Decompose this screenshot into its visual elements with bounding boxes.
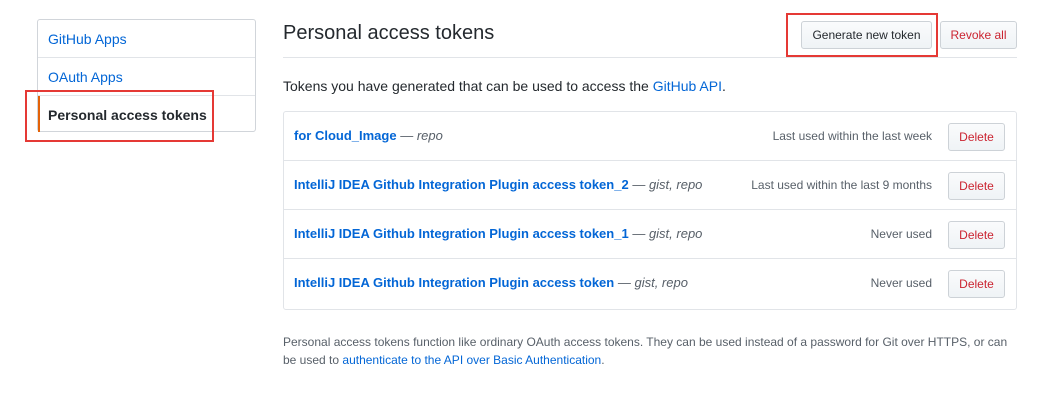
token-last-used: Never used (870, 276, 932, 290)
token-row: for Cloud_Image — repo Last used within … (284, 112, 1016, 161)
page-title: Personal access tokens (283, 22, 495, 44)
token-row: IntelliJ IDEA Github Integration Plugin … (284, 259, 1016, 308)
token-name: IntelliJ IDEA Github Integration Plugin … (294, 275, 688, 290)
sidebar-item-github-apps[interactable]: GitHub Apps (38, 20, 255, 58)
token-name: IntelliJ IDEA Github Integration Plugin … (294, 177, 702, 192)
delete-button-label: Delete (959, 228, 994, 242)
token-row: IntelliJ IDEA Github Integration Plugin … (284, 210, 1016, 259)
token-scopes: gist, repo (648, 177, 703, 192)
token-link[interactable]: IntelliJ IDEA Github Integration Plugin … (294, 177, 629, 192)
revoke-all-button[interactable]: Revoke all (940, 21, 1017, 49)
highlight-box-generate (786, 13, 938, 57)
token-link[interactable]: IntelliJ IDEA Github Integration Plugin … (294, 275, 614, 290)
footer-note: Personal access tokens function like ord… (283, 333, 1013, 369)
token-link[interactable]: IntelliJ IDEA Github Integration Plugin … (294, 226, 629, 241)
token-dash: — (396, 128, 417, 143)
token-dash: — (628, 177, 649, 192)
token-last-used: Never used (870, 227, 932, 241)
delete-button[interactable]: Delete (948, 270, 1005, 298)
delete-button[interactable]: Delete (948, 221, 1005, 249)
highlight-box-sidebar (25, 90, 214, 142)
token-name: for Cloud_Image — repo (294, 128, 443, 143)
delete-button-label: Delete (959, 277, 994, 291)
token-scopes: gist, repo (648, 226, 703, 241)
basic-auth-link[interactable]: authenticate to the API over Basic Authe… (342, 353, 601, 367)
footer-suffix: . (601, 353, 605, 367)
token-link[interactable]: for Cloud_Image (294, 128, 397, 143)
delete-button[interactable]: Delete (948, 172, 1005, 200)
token-dash: — (614, 275, 635, 290)
delete-button[interactable]: Delete (948, 123, 1005, 151)
token-scopes: gist, repo (634, 275, 688, 290)
token-last-used: Last used within the last 9 months (751, 178, 932, 192)
delete-button-label: Delete (959, 179, 994, 193)
token-row: IntelliJ IDEA Github Integration Plugin … (284, 161, 1016, 210)
header-divider (283, 57, 1017, 58)
token-scopes: repo (416, 128, 443, 143)
intro-suffix: . (721, 78, 726, 94)
token-last-used: Last used within the last week (772, 129, 932, 143)
delete-button-label: Delete (959, 130, 994, 144)
token-list: for Cloud_Image — repo Last used within … (283, 111, 1017, 310)
intro-text-body: Tokens you have generated that can be us… (283, 78, 653, 94)
token-dash: — (628, 226, 649, 241)
github-api-link[interactable]: GitHub API (653, 78, 722, 94)
intro-text: Tokens you have generated that can be us… (283, 78, 726, 94)
token-name: IntelliJ IDEA Github Integration Plugin … (294, 226, 702, 241)
